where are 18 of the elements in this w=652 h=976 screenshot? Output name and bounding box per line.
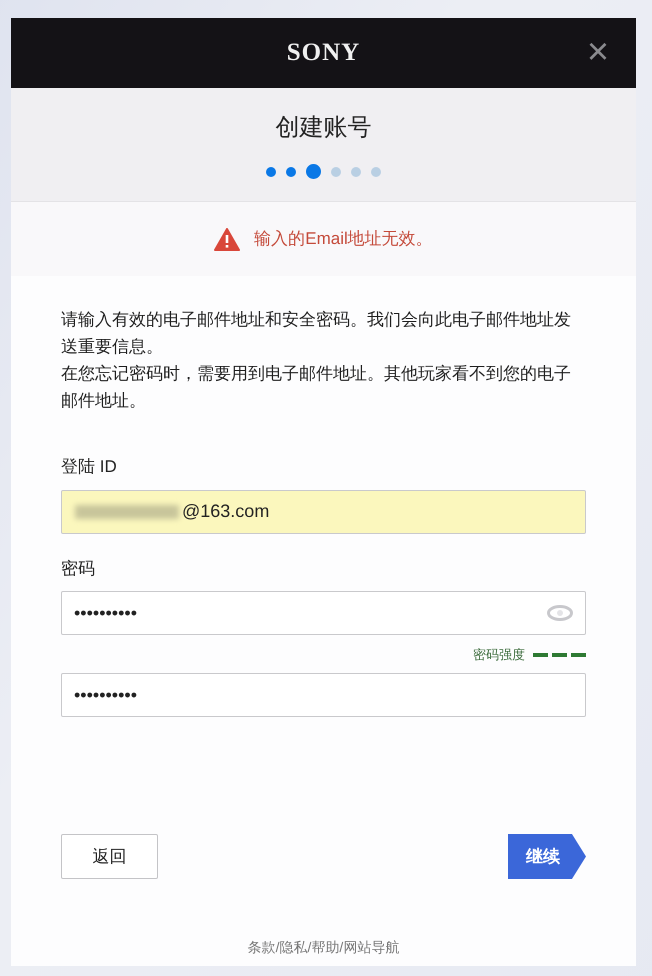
field-label: 登陆 ID [61, 456, 118, 478]
back-button[interactable]: 返回 [61, 834, 158, 879]
password-field[interactable]: •••••••••• [61, 591, 586, 635]
email-field[interactable]: @163.com [61, 490, 586, 534]
continue-button[interactable]: 继续 [508, 834, 586, 879]
warning-icon [214, 228, 240, 250]
eye-icon[interactable] [547, 605, 573, 621]
intro-text: 在您忘记密码时，需要用到电子邮件地址。其他玩家看不到您的电子邮件地址。 [61, 363, 572, 412]
close-button[interactable]: × [586, 34, 610, 70]
logo-text: SONY [286, 38, 360, 68]
error-message: 输入的Email地址无效。 [254, 228, 433, 250]
field-label: 密码 [61, 558, 96, 580]
strength-label: 密码强度 [473, 646, 525, 664]
footer-links[interactable]: 条款/隐私/帮助/网站导航 [61, 937, 586, 966]
intro-text: 请输入有效的电子邮件地址和安全密码。我们会向此电子邮件地址发送重要信息。 [61, 309, 572, 358]
strength-meter [533, 653, 586, 657]
confirm-password-field[interactable]: •••••••••• [61, 673, 586, 717]
page-title: 创建账号 [276, 113, 372, 143]
